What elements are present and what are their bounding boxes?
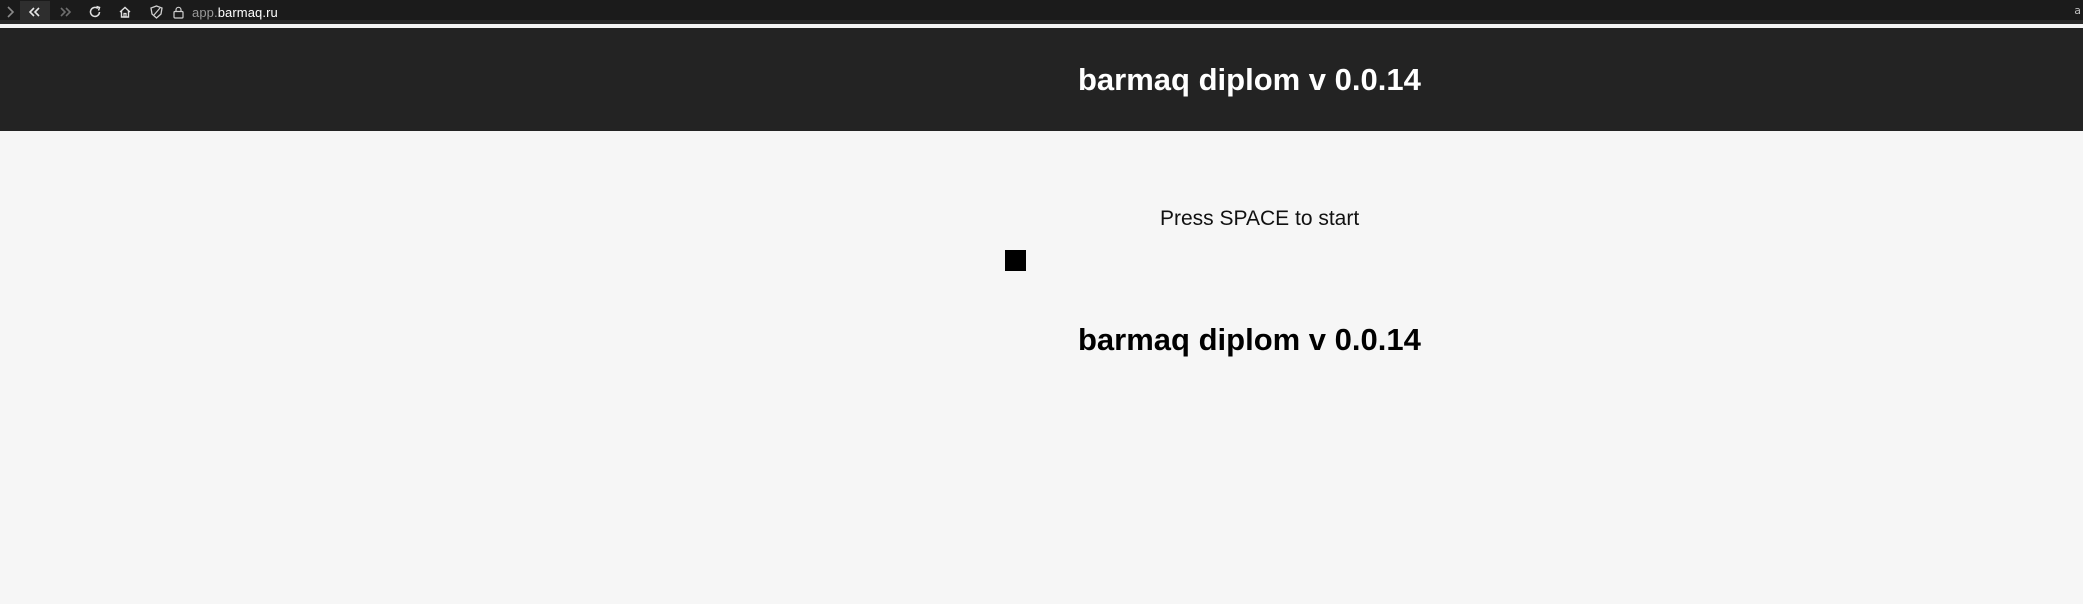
back-button[interactable] bbox=[20, 1, 50, 23]
game-title: barmaq diplom v 0.0.14 bbox=[1078, 322, 1421, 357]
url-text[interactable]: app.barmaq.ru bbox=[192, 5, 278, 20]
forward-double-icon bbox=[58, 6, 72, 18]
chevron-right-icon bbox=[5, 6, 15, 18]
reload-button[interactable] bbox=[80, 1, 110, 23]
url-prefix: app. bbox=[192, 4, 218, 20]
home-button[interactable] bbox=[110, 1, 140, 23]
url-domain: barmaq.ru bbox=[217, 4, 278, 20]
address-bar[interactable]: app.barmaq.ru bbox=[150, 1, 278, 23]
app-header: barmaq diplom v 0.0.14 bbox=[0, 28, 2083, 131]
sidebar-toggle-button[interactable] bbox=[0, 1, 20, 23]
reload-icon bbox=[88, 5, 102, 19]
lock-icon[interactable] bbox=[173, 6, 184, 19]
toolbar-divider bbox=[0, 20, 2083, 24]
start-prompt: Press SPACE to start bbox=[1160, 207, 1360, 230]
browser-toolbar: app.barmaq.ru a bbox=[0, 0, 2083, 24]
header-title: barmaq diplom v 0.0.14 bbox=[1078, 62, 1421, 97]
player-square bbox=[1005, 250, 1026, 271]
forward-button[interactable] bbox=[50, 1, 80, 23]
tracking-shield-icon[interactable] bbox=[150, 5, 163, 19]
back-double-icon bbox=[28, 6, 42, 18]
home-icon bbox=[118, 5, 132, 19]
toolbar-edge-glyph: a bbox=[2074, 4, 2081, 17]
